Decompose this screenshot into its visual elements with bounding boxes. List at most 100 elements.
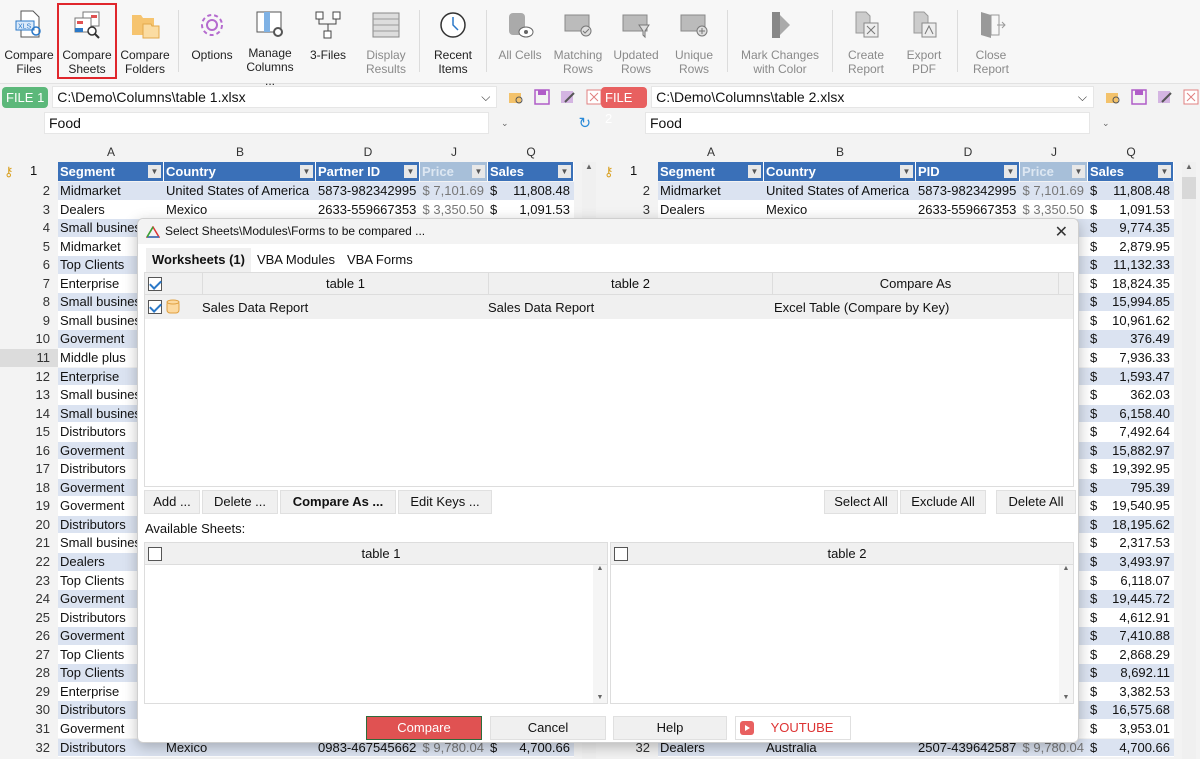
edit-icon[interactable] <box>1156 88 1174 106</box>
cell-sales[interactable]: $11,808.48 <box>488 182 574 201</box>
cell-sales[interactable]: $795.39 <box>1088 478 1174 498</box>
filter-dropdown-icon[interactable]: ▼ <box>748 165 761 178</box>
delete-button[interactable]: Delete ... <box>202 490 278 514</box>
pair-checkbox[interactable] <box>148 300 162 314</box>
filter-dropdown-icon[interactable]: ▼ <box>404 165 417 178</box>
cell-sales[interactable]: $2,317.53 <box>1088 534 1174 553</box>
available-table2-scrollbar[interactable]: ▲ ▼ <box>1059 565 1073 703</box>
delete-all-button[interactable]: Delete All <box>996 490 1076 514</box>
compare-folders-button[interactable]: Compare Folders <box>116 4 174 78</box>
cancel-button[interactable]: Cancel <box>490 716 606 740</box>
cell-sales[interactable]: $3,493.97 <box>1088 553 1174 572</box>
available-table1-checkbox[interactable] <box>148 547 162 561</box>
file1-sheet-select[interactable]: Food <box>44 112 489 134</box>
compare-sheets-button[interactable]: Compare Sheets <box>57 3 117 79</box>
header-segment[interactable]: Segment ▼ <box>658 162 764 181</box>
cell-sales[interactable]: $19,445.72 <box>1088 590 1174 609</box>
table-row[interactable]: 3 Dealers Mexico 2633-559667353 $ 3,350.50 $1… <box>600 200 1174 220</box>
cell-country[interactable]: Mexico <box>764 200 916 220</box>
table-row[interactable]: 3 Dealers Mexico 2633-559667353 $ 3,350.50 $1… <box>0 200 574 220</box>
create-report-button[interactable]: Create Report <box>837 4 895 78</box>
header-price[interactable]: Price ▼ <box>420 162 488 181</box>
cell-sales[interactable]: $8,692.11 <box>1088 664 1174 683</box>
cell-segment[interactable]: Midmarket <box>658 182 764 201</box>
compare-button[interactable]: Compare <box>366 716 482 740</box>
recent-items-button[interactable]: Recent Items <box>424 4 482 78</box>
cell-sales[interactable]: $6,118.07 <box>1088 571 1174 591</box>
filter-dropdown-icon[interactable]: ▼ <box>1158 165 1171 178</box>
header-sales[interactable]: Sales ▼ <box>1088 162 1174 181</box>
save-icon[interactable] <box>1130 88 1148 106</box>
header-country[interactable]: Country ▼ <box>764 162 916 181</box>
cell-price[interactable]: $ 7,101.69 <box>1020 182 1088 201</box>
tab-vba-modules[interactable]: VBA Modules <box>251 248 341 272</box>
youtube-button[interactable]: YOUTUBE <box>735 716 851 740</box>
cell-sales[interactable]: $3,953.01 <box>1088 719 1174 739</box>
cell-segment[interactable]: Dealers <box>58 200 164 220</box>
column-letter[interactable]: A <box>58 142 164 162</box>
filter-dropdown-icon[interactable]: ▼ <box>300 165 313 178</box>
cell-sales[interactable]: $376.49 <box>1088 330 1174 349</box>
file2-sheet-select[interactable]: Food <box>645 112 1090 134</box>
header-segment[interactable]: Segment ▼ <box>58 162 164 181</box>
cell-country[interactable]: United States of America <box>164 182 316 201</box>
unique-rows-button[interactable]: Unique Rows <box>665 4 723 78</box>
matching-rows-button[interactable]: Matching Rows <box>549 4 607 78</box>
cell-sales[interactable]: $4,612.91 <box>1088 608 1174 628</box>
header-country[interactable]: Country ▼ <box>164 162 316 181</box>
export-pdf-button[interactable]: Export PDF <box>895 4 953 78</box>
cell-sales[interactable]: $362.03 <box>1088 386 1174 405</box>
cell-sales[interactable]: $2,868.29 <box>1088 645 1174 665</box>
cell-country[interactable]: United States of America <box>764 182 916 201</box>
open-folder-icon[interactable] <box>507 88 525 106</box>
add-button[interactable]: Add ... <box>144 490 200 514</box>
cell-sales[interactable]: $3,382.53 <box>1088 682 1174 702</box>
filter-dropdown-icon[interactable]: ▼ <box>558 165 571 178</box>
cell-price[interactable]: $ 3,350.50 <box>420 200 488 220</box>
cell-country[interactable]: Mexico <box>164 200 316 220</box>
cell-sales[interactable]: $11,808.48 <box>1088 182 1174 201</box>
cell-segment[interactable]: Midmarket <box>58 182 164 201</box>
compare-files-button[interactable]: XLS Compare Files <box>0 4 58 78</box>
cell-pid[interactable]: 2633-559667353 <box>916 200 1020 220</box>
cell-sales[interactable]: $7,410.88 <box>1088 627 1174 646</box>
chevron-down-icon[interactable]: ⌵ <box>481 87 490 107</box>
filter-dropdown-icon[interactable]: ▼ <box>900 165 913 178</box>
open-folder-icon[interactable] <box>1104 88 1122 106</box>
cell-price[interactable]: $ 7,101.69 <box>420 182 488 201</box>
cell-sales[interactable]: $15,882.97 <box>1088 441 1174 461</box>
cell-sales[interactable]: $9,774.35 <box>1088 219 1174 238</box>
cell-sales[interactable]: $2,879.95 <box>1088 237 1174 257</box>
header-sales[interactable]: Sales ▼ <box>488 162 574 181</box>
display-results-button[interactable]: Display Results <box>357 4 415 78</box>
filter-dropdown-icon[interactable]: ▼ <box>1004 165 1017 178</box>
column-letter[interactable]: B <box>164 142 316 162</box>
cell-sales[interactable]: $18,195.62 <box>1088 515 1174 535</box>
cell-segment[interactable]: Dealers <box>658 200 764 220</box>
file1-path-select[interactable]: C:\Demo\Columns\table 1.xlsx ⌵ <box>52 86 498 108</box>
table-row[interactable]: 2 Midmarket United States of America 5873-9… <box>0 182 574 201</box>
save-icon[interactable] <box>533 88 551 106</box>
help-button[interactable]: Help <box>613 716 727 740</box>
available-table2-checkbox[interactable] <box>614 547 628 561</box>
column-letter[interactable]: B <box>764 142 916 162</box>
filter-dropdown-icon[interactable]: ▼ <box>148 165 161 178</box>
cell-sales[interactable]: $1,091.53 <box>1088 200 1174 220</box>
header-price[interactable]: Price ▼ <box>1020 162 1088 181</box>
cell-partner-id[interactable]: 5873-982342995 <box>316 182 420 201</box>
all-cells-button[interactable]: All Cells <box>491 4 549 78</box>
exclude-all-button[interactable]: Exclude All <box>900 490 986 514</box>
cell-sales[interactable]: $10,961.62 <box>1088 311 1174 331</box>
header-pid[interactable]: PID ▼ <box>916 162 1020 181</box>
select-all-checkbox[interactable] <box>148 277 162 291</box>
cell-sales[interactable]: $6,158.40 <box>1088 404 1174 424</box>
column-letter[interactable]: D <box>916 142 1020 162</box>
updated-rows-button[interactable]: Updated Rows <box>607 4 665 78</box>
table-row[interactable]: 2 Midmarket United States of America 5873-9… <box>600 182 1174 201</box>
column-letter[interactable]: Q <box>488 142 574 162</box>
cell-sales[interactable]: $16,575.68 <box>1088 701 1174 720</box>
cell-sales[interactable]: $1,091.53 <box>488 200 574 220</box>
expand-icon[interactable]: ⌄ <box>1102 118 1110 129</box>
close-report-button[interactable]: Close Report <box>962 4 1020 78</box>
manage-columns-button[interactable]: Manage Columns ... <box>241 4 299 88</box>
